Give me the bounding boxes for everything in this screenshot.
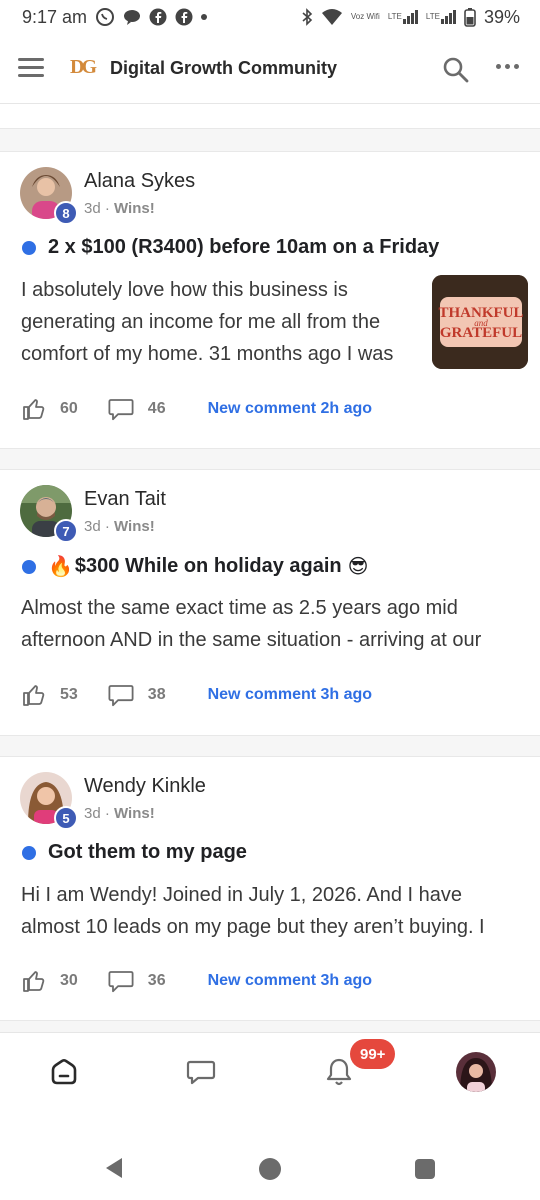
comment-count: 46 (147, 400, 166, 417)
post-stats: 30 36 New comment 3h ago (22, 969, 372, 993)
like-count: 53 (60, 686, 78, 703)
unread-dot-icon (22, 845, 36, 860)
like-count: 30 (60, 972, 78, 989)
post-meta: 3d · Wins! (84, 200, 155, 217)
app-header: DG Digital Growth Community (0, 34, 540, 104)
post-title-text: Got them to my page (48, 841, 247, 863)
post-card[interactable]: 7 Evan Tait 3d · Wins! 🔥 $300 While on h… (0, 470, 540, 735)
post-meta: 3d · Wins! (84, 805, 155, 822)
post-body-line: Almost the same exact time as 2.5 years … (21, 597, 458, 619)
post-card[interactable]: 5 Wendy Kinkle 3d · Wins! Got them to my… (0, 757, 540, 1020)
new-comment-link[interactable]: New comment 2h ago (208, 400, 372, 418)
sunglasses-emoji: 😎 (347, 556, 369, 578)
level-badge: 8 (54, 201, 78, 225)
facebook-icon (149, 8, 167, 26)
new-comment-link[interactable]: New comment 3h ago (208, 972, 372, 990)
author-avatar[interactable]: 8 (20, 167, 78, 225)
facebook-icon-2 (175, 8, 193, 26)
battery-icon (464, 7, 476, 27)
nav-profile-avatar[interactable] (456, 1052, 496, 1092)
post-title[interactable]: 🔥 $300 While on holiday again 😎 (22, 554, 369, 579)
thumbs-up-icon (23, 971, 45, 992)
thumbs-up-icon (23, 685, 45, 706)
nav-home-icon[interactable] (47, 1055, 81, 1089)
post-body-line: comfort of my home. 31 months ago I was (21, 343, 394, 365)
thumb-text-bottom: GRATEFUL (440, 325, 522, 341)
level-badge: 5 (54, 806, 78, 830)
post-time: 3d (84, 200, 101, 217)
clock: 9:17 am (22, 6, 88, 27)
post-time: 3d (84, 805, 101, 822)
whatsapp-icon (95, 7, 115, 27)
post-title-text: 2 x $100 (R3400) before 10am on a Friday (48, 236, 440, 258)
comment-icon (108, 971, 134, 993)
recents-icon[interactable] (414, 1158, 436, 1180)
post-body-line: generating an income for me all from the (21, 311, 381, 333)
post-thumbnail[interactable]: THANKFUL and GRATEFUL (432, 275, 528, 369)
post-title[interactable]: 2 x $100 (R3400) before 10am on a Friday (22, 236, 439, 259)
feed-divider (0, 128, 540, 152)
like-count: 60 (60, 400, 78, 417)
post-stats: 60 46 New comment 2h ago (22, 397, 372, 421)
author-avatar[interactable]: 7 (20, 485, 78, 543)
author-name[interactable]: Evan Tait (84, 488, 166, 511)
search-icon[interactable] (442, 56, 470, 84)
comment-button[interactable]: 36 (108, 969, 166, 993)
system-nav-bar (0, 1132, 540, 1200)
post-category[interactable]: Wins! (114, 805, 155, 822)
post-stats: 53 38 New comment 3h ago (22, 683, 372, 707)
menu-icon[interactable] (18, 58, 44, 78)
like-button[interactable]: 30 (22, 969, 78, 993)
post-body[interactable]: Almost the same exact time as 2.5 years … (21, 592, 481, 656)
like-button[interactable]: 53 (22, 683, 78, 707)
level-badge: 7 (54, 519, 78, 543)
status-bar: 9:17 am Voz Wifi LTE LTE 39% (0, 0, 540, 34)
post-body-line: I absolutely love how this business is (21, 279, 348, 301)
new-comment-link[interactable]: New comment 3h ago (208, 686, 372, 704)
community-title: Digital Growth Community (110, 58, 337, 78)
author-name[interactable]: Alana Sykes (84, 170, 195, 193)
battery-percent: 39% (483, 6, 520, 27)
comment-count: 36 (147, 972, 166, 989)
post-meta: 3d · Wins! (84, 518, 155, 535)
post-card[interactable]: 8 Alana Sykes 3d · Wins! 2 x $100 (R3400… (0, 152, 540, 448)
comment-count: 38 (147, 686, 166, 703)
post-time: 3d (84, 518, 101, 535)
more-notifications-dot-icon (201, 14, 208, 20)
voz-wifi-label: Voz Wifi (350, 12, 380, 21)
author-name[interactable]: Wendy Kinkle (84, 775, 206, 798)
thumbs-up-icon (23, 399, 45, 420)
more-options-icon[interactable] (496, 64, 520, 74)
community-logo: DG (70, 56, 97, 78)
post-category[interactable]: Wins! (114, 200, 155, 217)
post-title-text: $300 While on holiday again (74, 555, 342, 577)
author-avatar[interactable]: 5 (20, 772, 78, 830)
comment-icon (108, 399, 134, 421)
feed-divider (0, 448, 540, 470)
back-icon[interactable] (102, 1156, 126, 1180)
unread-dot-icon (22, 240, 36, 255)
home-circle-icon[interactable] (258, 1157, 282, 1181)
signal-icon: LTE (388, 9, 418, 25)
post-body-line: afternoon AND in the same situation - ar… (21, 629, 482, 651)
feed-divider (0, 735, 540, 757)
signal-icon-2: LTE (426, 9, 456, 25)
comment-button[interactable]: 46 (108, 397, 166, 421)
post-body-line: Hi I am Wendy! Joined in July 1, 2026. A… (21, 884, 462, 906)
nav-chat-icon[interactable] (184, 1055, 218, 1089)
comment-button[interactable]: 38 (108, 683, 166, 707)
notification-badge: 99+ (350, 1039, 396, 1069)
post-body[interactable]: I absolutely love how this business is g… (21, 274, 393, 370)
post-body-line: almost 10 leads on my page but they aren… (21, 916, 485, 938)
chat-bubble-icon (123, 8, 141, 26)
bluetooth-icon (301, 8, 313, 26)
post-title[interactable]: Got them to my page (22, 841, 247, 864)
comment-icon (108, 685, 134, 707)
like-button[interactable]: 60 (22, 397, 78, 421)
fire-emoji: 🔥 (48, 556, 73, 578)
wifi-icon (321, 8, 343, 26)
post-category[interactable]: Wins! (114, 518, 155, 535)
unread-dot-icon (22, 559, 36, 574)
post-body[interactable]: Hi I am Wendy! Joined in July 1, 2026. A… (21, 879, 485, 943)
